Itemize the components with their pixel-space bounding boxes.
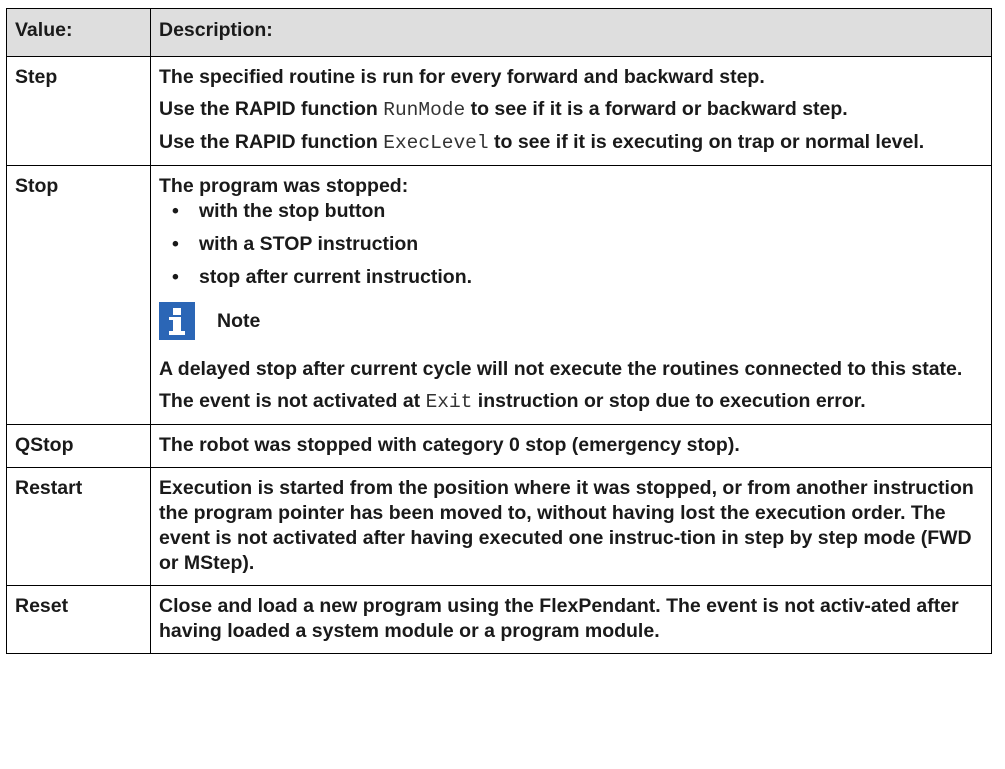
table-row: QStop The robot was stopped with categor…: [6, 424, 992, 468]
table-row: Reset Close and load a new program using…: [6, 585, 992, 654]
stop-bullet-list: with the stop button with a STOP instruc…: [159, 199, 983, 290]
step-text-3: Use the RAPID function ExecLevel to see …: [159, 131, 925, 154]
note-label: Note: [217, 309, 261, 332]
row-description-step: The specified routine is run for every f…: [150, 56, 992, 166]
table-row: Restart Execution is started from the po…: [6, 467, 992, 586]
restart-text: Execution is started from the position w…: [159, 477, 974, 574]
table-header-row: Value: Description:: [6, 8, 992, 57]
reset-text: Close and load a new program using the F…: [159, 595, 959, 642]
table-row: Stop The program was stopped: with the s…: [6, 165, 992, 425]
step-text-2: Use the RAPID function RunMode to see if…: [159, 98, 848, 121]
value-description-table: Value: Description: Step The specified r…: [6, 8, 992, 654]
row-value-step: Step: [6, 56, 151, 166]
step-text-1: The specified routine is run for every f…: [159, 66, 765, 88]
header-description: Description:: [150, 8, 992, 57]
stop-note-text-1: A delayed stop after current cycle will …: [159, 358, 963, 380]
row-value-restart: Restart: [6, 467, 151, 586]
list-item: with the stop button: [159, 199, 983, 224]
info-icon: [159, 302, 195, 340]
code-execlevel: ExecLevel: [383, 132, 489, 154]
row-description-restart: Execution is started from the position w…: [150, 467, 992, 586]
table-row: Step The specified routine is run for ev…: [6, 56, 992, 166]
code-runmode: RunMode: [383, 99, 466, 121]
row-value-qstop: QStop: [6, 424, 151, 468]
list-item: with a STOP instruction: [159, 232, 983, 257]
note-callout: Note: [159, 302, 983, 340]
code-exit: Exit: [425, 391, 473, 413]
qstop-text: The robot was stopped with category 0 st…: [159, 434, 740, 456]
row-value-reset: Reset: [6, 585, 151, 654]
stop-intro: The program was stopped:: [159, 175, 409, 197]
list-item: stop after current instruction.: [159, 265, 983, 290]
header-value: Value:: [6, 8, 151, 57]
row-description-qstop: The robot was stopped with category 0 st…: [150, 424, 992, 468]
row-value-stop: Stop: [6, 165, 151, 425]
row-description-reset: Close and load a new program using the F…: [150, 585, 992, 654]
stop-note-text-2: The event is not activated at Exit instr…: [159, 390, 866, 413]
row-description-stop: The program was stopped: with the stop b…: [150, 165, 992, 425]
